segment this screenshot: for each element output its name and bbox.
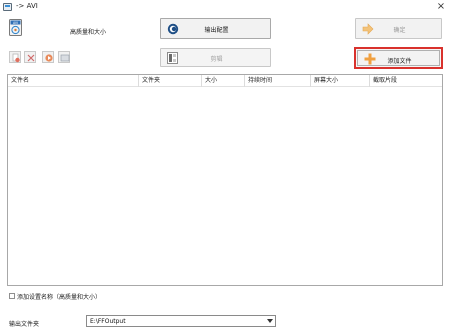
column-header-file-name[interactable]: 文件名 [8,75,139,87]
media-info-icon [60,54,70,62]
play-icon [45,54,53,62]
output-config-label: 输出配置 [204,27,229,34]
ok-button[interactable]: 确定 [355,18,442,39]
add-file-button[interactable]: 添加文件 [354,47,443,69]
add-preset-name-checkbox[interactable] [9,293,15,299]
add-preset-name-label: 添加设置名称（高质量和大小） [17,294,102,301]
column-header-screen-size[interactable]: 屏幕大小 [311,75,370,87]
close-button[interactable]: × [434,0,448,13]
remove-file-button[interactable] [9,51,21,63]
svg-text:AVI: AVI [13,21,18,25]
chevron-down-icon[interactable] [267,319,273,323]
app-window-icon [3,3,12,11]
play-button[interactable] [42,51,54,63]
remove-file-icon [12,53,20,63]
column-header-folder[interactable]: 文件夹 [139,75,202,87]
avi-format-icon: AVI [9,19,22,36]
file-list-table[interactable]: 文件名 文件夹 大小 持续时间 屏幕大小 截取片段 [7,74,443,286]
output-folder-label: 输出文件夹 [9,321,40,328]
cut-button[interactable]: 剪辑 [160,48,271,67]
ok-label: 确定 [393,27,406,34]
column-header-clip-segment[interactable]: 截取片段 [370,75,442,87]
column-header-duration[interactable]: 持续时间 [245,75,311,87]
output-folder-value: E:\FFOutput [90,318,126,325]
preset-name: 高质量和大小 [70,29,107,36]
cut-label: 剪辑 [210,56,223,63]
media-info-button[interactable] [58,51,70,63]
clear-list-icon [27,54,35,62]
output-config-button[interactable]: 输出配置 [160,18,271,39]
window-title: -> AVI [16,2,38,10]
column-header-size[interactable]: 大小 [202,75,245,87]
clear-list-button[interactable] [24,51,36,63]
output-folder-select[interactable]: E:\FFOutput [86,315,276,327]
title-bar [0,0,450,14]
table-header: 文件名 文件夹 大小 持续时间 屏幕大小 截取片段 [8,75,442,87]
add-file-label: 添加文件 [387,58,412,65]
